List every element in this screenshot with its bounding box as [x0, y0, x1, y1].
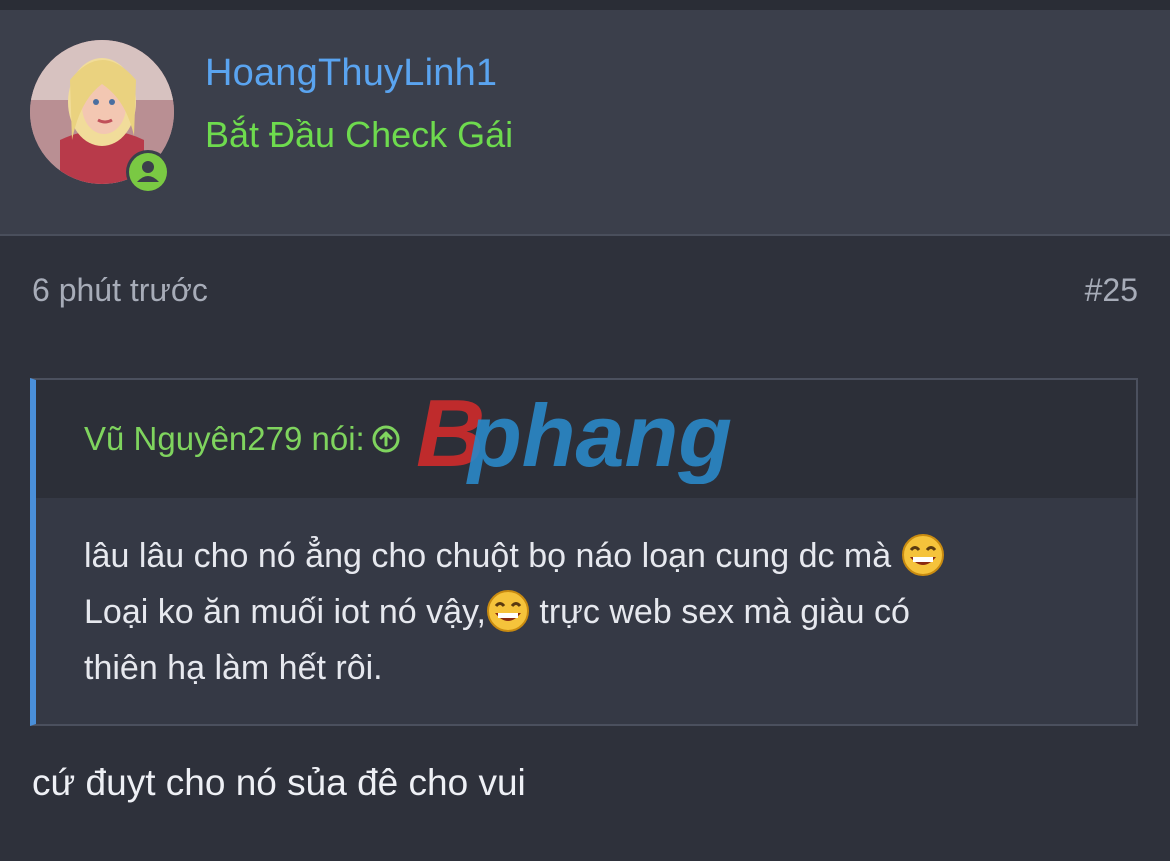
username[interactable]: HoangThuyLinh1	[205, 52, 497, 95]
user-online-icon	[129, 153, 167, 191]
quote-header: Vũ Nguyên279 nói: B phang	[36, 380, 1136, 498]
quote-block: Vũ Nguyên279 nói: B phang lâu lâu cho nó…	[30, 378, 1138, 726]
post-time[interactable]: 6 phút trước	[32, 272, 208, 309]
quote-author-line[interactable]: Vũ Nguyên279 nói:	[84, 420, 401, 458]
post-header: HoangThuyLinh1 Bắt Đầu Check Gái	[0, 10, 1170, 236]
user-title: Bắt Đầu Check Gái	[205, 114, 514, 155]
arrow-up-circle-icon[interactable]	[371, 424, 401, 454]
online-status	[126, 150, 170, 194]
quote-line: lâu lâu cho nó ẳng cho chuột bọ náo loạn…	[84, 528, 1084, 584]
post-number[interactable]: #25	[1085, 272, 1138, 309]
avatar[interactable]	[30, 40, 174, 194]
quote-line: Loại ko ăn muối iot nó vậy, trực web sex…	[84, 584, 1084, 640]
post-content: cứ đuyt cho nó sủa đê cho vui	[32, 762, 526, 803]
laughing-emoji-icon	[901, 534, 944, 576]
quote-author: Vũ Nguyên279 nói:	[84, 420, 365, 457]
svg-text:phang: phang	[466, 388, 732, 484]
quote-line: thiên hạ làm hết rôi.	[84, 640, 1084, 696]
laughing-emoji-icon	[486, 590, 529, 632]
quote-line-text: trực web sex mà giàu có	[529, 593, 910, 631]
top-strip	[0, 0, 1170, 10]
quote-line-text: Loại ko ăn muối iot nó vậy,	[84, 593, 486, 631]
quote-text: lâu lâu cho nó ẳng cho chuột bọ náo loạn…	[84, 528, 1084, 696]
quote-line-text: lâu lâu cho nó ẳng cho chuột bọ náo loạn…	[84, 537, 892, 575]
watermark-logo: B phang	[416, 388, 732, 484]
quote-line-text: thiên hạ làm hết rôi.	[84, 649, 383, 687]
